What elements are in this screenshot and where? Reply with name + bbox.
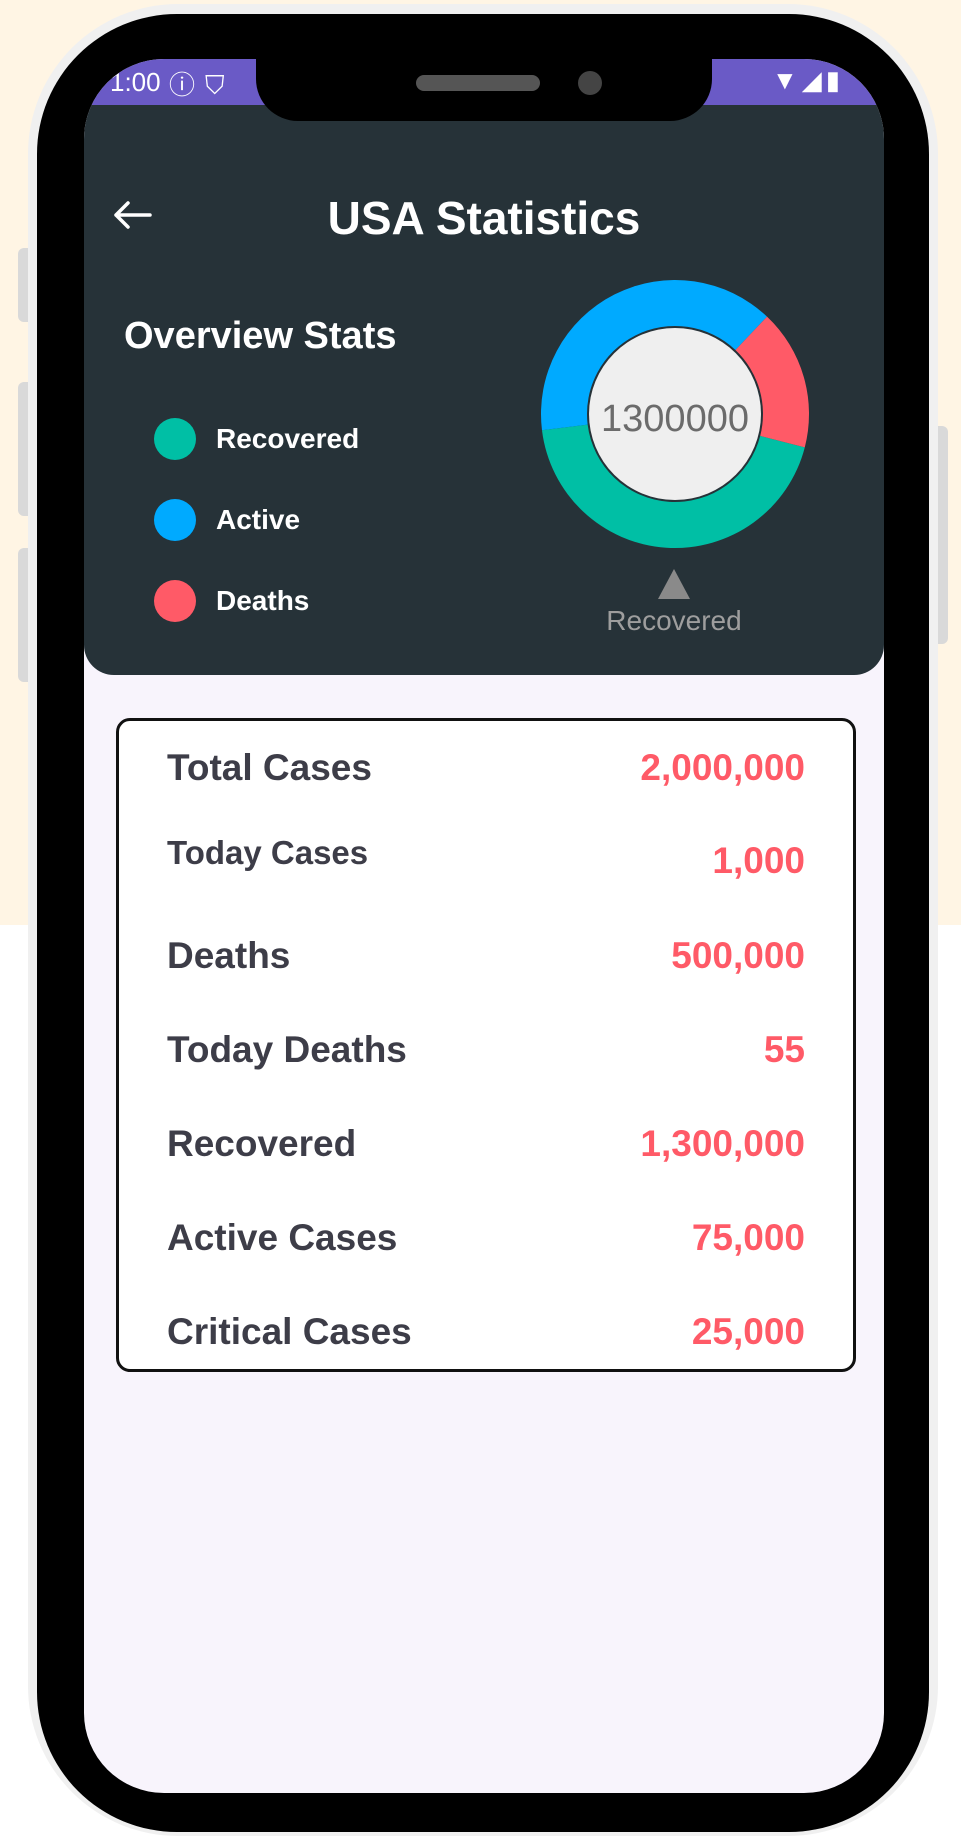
status-right-icons: ▼◢▮ — [772, 65, 844, 96]
phone-notch — [256, 55, 712, 121]
stat-label: Today Deaths — [167, 1029, 407, 1070]
stat-value: 2,000,000 — [640, 747, 805, 788]
stat-label: Total Cases — [167, 747, 372, 788]
donut-center-value: 1300000 — [601, 398, 749, 440]
stat-label: Active Cases — [167, 1217, 398, 1258]
stat-value: 1,300,000 — [640, 1123, 805, 1164]
front-camera — [578, 71, 602, 95]
selected-slice-label: Recovered — [606, 605, 742, 636]
legend-label: Active — [216, 504, 301, 535]
selection-pointer-icon — [658, 569, 690, 599]
legend-dot — [154, 418, 196, 460]
app-screen: 1:00 ⓘ⛉ ▼◢▮ USA Statistics Overview Stat… — [84, 59, 884, 1793]
stat-label: Deaths — [167, 935, 291, 976]
stat-value: 55 — [763, 1029, 805, 1070]
stat-label: Recovered — [167, 1123, 357, 1164]
stat-value: 75,000 — [691, 1217, 805, 1258]
battery-icon: ▮ — [825, 65, 844, 95]
legend-dot — [154, 580, 196, 622]
status-left-icons: ⓘ⛉ — [169, 65, 235, 102]
overview-title: Overview Stats — [124, 315, 397, 357]
stat-value: 1,000 — [712, 840, 805, 881]
stat-row-recovered: Recovered 1,300,000 — [167, 1123, 805, 1173]
legend-label: Recovered — [216, 423, 360, 454]
status-time: 1:00 — [110, 67, 161, 97]
wifi-icon: ▼ — [771, 65, 802, 95]
stat-label: Critical Cases — [167, 1311, 412, 1352]
stat-value: 25,000 — [691, 1311, 805, 1352]
legend-label: Deaths — [216, 585, 310, 616]
info-icon: ⓘ — [169, 70, 206, 100]
legend-item-recovered: Recovered — [154, 418, 359, 460]
shield-icon: ⛉ — [205, 70, 235, 100]
stat-label: Today Cases — [167, 834, 369, 871]
speaker-grille — [416, 75, 540, 91]
signal-icon: ◢ — [801, 65, 826, 95]
legend-dot — [154, 499, 196, 541]
page-title: USA Statistics — [327, 192, 641, 244]
stat-row-today-deaths: Today Deaths 55 — [167, 1029, 805, 1079]
stat-row-active-cases: Active Cases 75,000 — [167, 1217, 805, 1267]
stat-row-total-cases: Total Cases 2,000,000 — [167, 747, 805, 797]
stat-value: 500,000 — [671, 935, 805, 976]
legend-item-active: Active — [154, 499, 300, 541]
stat-row-deaths: Deaths 500,000 — [167, 935, 805, 985]
stat-row-critical-cases: Critical Cases 25,000 — [167, 1311, 805, 1361]
legend-item-deaths: Deaths — [154, 580, 309, 622]
stats-card: Total Cases 2,000,000 Today Cases 1,000 … — [116, 718, 856, 1372]
stat-row-today-cases: Today Cases 1,000 — [167, 834, 805, 884]
